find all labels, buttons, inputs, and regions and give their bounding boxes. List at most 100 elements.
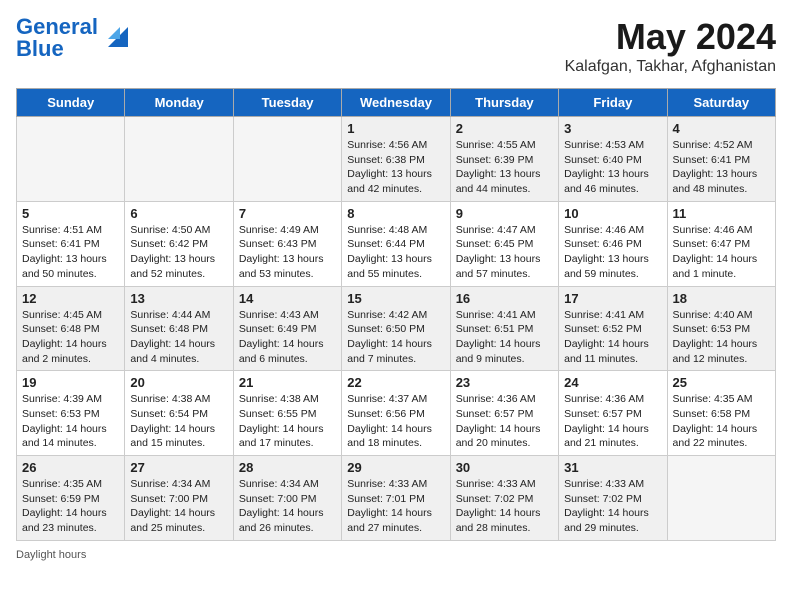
calendar-cell bbox=[667, 456, 775, 541]
calendar-cell: 24 Sunrise: 4:36 AM Sunset: 6:57 PM Dayli… bbox=[559, 371, 667, 456]
day-info: Sunrise: 4:36 AM Sunset: 6:57 PM Dayligh… bbox=[564, 392, 661, 451]
calendar-cell: 2 Sunrise: 4:55 AM Sunset: 6:39 PM Daylig… bbox=[450, 117, 558, 202]
day-info: Sunrise: 4:49 AM Sunset: 6:43 PM Dayligh… bbox=[239, 223, 336, 282]
page-header: General Blue May 2024 Kalafgan, Takhar, … bbox=[16, 16, 776, 76]
day-header-monday: Monday bbox=[125, 89, 233, 117]
day-header-wednesday: Wednesday bbox=[342, 89, 450, 117]
calendar-cell: 11 Sunrise: 4:46 AM Sunset: 6:47 PM Dayli… bbox=[667, 201, 775, 286]
calendar-cell: 26 Sunrise: 4:35 AM Sunset: 6:59 PM Dayli… bbox=[17, 456, 125, 541]
day-info: Sunrise: 4:42 AM Sunset: 6:50 PM Dayligh… bbox=[347, 308, 444, 367]
calendar-cell: 12 Sunrise: 4:45 AM Sunset: 6:48 PM Dayli… bbox=[17, 286, 125, 371]
day-number: 13 bbox=[130, 291, 227, 306]
calendar-cell: 9 Sunrise: 4:47 AM Sunset: 6:45 PM Daylig… bbox=[450, 201, 558, 286]
calendar-week-row: 12 Sunrise: 4:45 AM Sunset: 6:48 PM Dayli… bbox=[17, 286, 776, 371]
calendar-cell: 4Sunrise: 4:52 AM Sunset: 6:41 PM Daylig… bbox=[667, 117, 775, 202]
title-block: May 2024 Kalafgan, Takhar, Afghanistan bbox=[565, 16, 776, 76]
day-info: Sunrise: 4:46 AM Sunset: 6:47 PM Dayligh… bbox=[673, 223, 770, 282]
day-number: 22 bbox=[347, 375, 444, 390]
day-info: Sunrise: 4:51 AM Sunset: 6:41 PM Dayligh… bbox=[22, 223, 119, 282]
day-number: 5 bbox=[22, 206, 119, 221]
day-number: 21 bbox=[239, 375, 336, 390]
day-info: Sunrise: 4:56 AM Sunset: 6:38 PM Dayligh… bbox=[347, 138, 444, 197]
calendar-title: May 2024 bbox=[565, 16, 776, 58]
calendar-cell: 13 Sunrise: 4:44 AM Sunset: 6:48 PM Dayli… bbox=[125, 286, 233, 371]
day-number: 23 bbox=[456, 375, 553, 390]
calendar-cell bbox=[125, 117, 233, 202]
calendar-table: SundayMondayTuesdayWednesdayThursdayFrid… bbox=[16, 88, 776, 541]
day-number: 2 bbox=[456, 121, 553, 136]
calendar-cell: 27Sunrise: 4:34 AM Sunset: 7:00 PM Dayli… bbox=[125, 456, 233, 541]
day-info: Sunrise: 4:41 AM Sunset: 6:52 PM Dayligh… bbox=[564, 308, 661, 367]
day-info: Sunrise: 4:53 AM Sunset: 6:40 PM Dayligh… bbox=[564, 138, 661, 197]
day-info: Sunrise: 4:55 AM Sunset: 6:39 PM Dayligh… bbox=[456, 138, 553, 197]
calendar-cell: 10Sunrise: 4:46 AM Sunset: 6:46 PM Dayli… bbox=[559, 201, 667, 286]
calendar-cell: 29Sunrise: 4:33 AM Sunset: 7:01 PM Dayli… bbox=[342, 456, 450, 541]
day-number: 11 bbox=[673, 206, 770, 221]
calendar-cell: 1 Sunrise: 4:56 AM Sunset: 6:38 PM Daylig… bbox=[342, 117, 450, 202]
calendar-cell bbox=[233, 117, 341, 202]
calendar-cell: 16 Sunrise: 4:41 AM Sunset: 6:51 PM Dayli… bbox=[450, 286, 558, 371]
day-number: 20 bbox=[130, 375, 227, 390]
day-info: Sunrise: 4:40 AM Sunset: 6:53 PM Dayligh… bbox=[673, 308, 770, 367]
day-number: 6 bbox=[130, 206, 227, 221]
day-number: 9 bbox=[456, 206, 553, 221]
calendar-header-row: SundayMondayTuesdayWednesdayThursdayFrid… bbox=[17, 89, 776, 117]
day-number: 8 bbox=[347, 206, 444, 221]
day-number: 25 bbox=[673, 375, 770, 390]
day-number: 30 bbox=[456, 460, 553, 475]
calendar-cell: 7 Sunrise: 4:49 AM Sunset: 6:43 PM Daylig… bbox=[233, 201, 341, 286]
day-info: Sunrise: 4:38 AM Sunset: 6:55 PM Dayligh… bbox=[239, 392, 336, 451]
day-number: 26 bbox=[22, 460, 119, 475]
day-info: Sunrise: 4:47 AM Sunset: 6:45 PM Dayligh… bbox=[456, 223, 553, 282]
day-number: 15 bbox=[347, 291, 444, 306]
calendar-cell: 3 Sunrise: 4:53 AM Sunset: 6:40 PM Daylig… bbox=[559, 117, 667, 202]
calendar-cell: 8 Sunrise: 4:48 AM Sunset: 6:44 PM Daylig… bbox=[342, 201, 450, 286]
day-number: 18 bbox=[673, 291, 770, 306]
calendar-week-row: 19Sunrise: 4:39 AM Sunset: 6:53 PM Dayli… bbox=[17, 371, 776, 456]
day-number: 19 bbox=[22, 375, 119, 390]
day-info: Sunrise: 4:37 AM Sunset: 6:56 PM Dayligh… bbox=[347, 392, 444, 451]
calendar-cell: 22 Sunrise: 4:37 AM Sunset: 6:56 PM Dayli… bbox=[342, 371, 450, 456]
day-number: 12 bbox=[22, 291, 119, 306]
logo-blue: Blue bbox=[16, 36, 64, 61]
day-header-thursday: Thursday bbox=[450, 89, 558, 117]
day-info: Sunrise: 4:34 AM Sunset: 7:00 PM Dayligh… bbox=[239, 477, 336, 536]
day-number: 16 bbox=[456, 291, 553, 306]
day-number: 29 bbox=[347, 460, 444, 475]
day-number: 1 bbox=[347, 121, 444, 136]
day-number: 24 bbox=[564, 375, 661, 390]
day-number: 7 bbox=[239, 206, 336, 221]
day-info: Sunrise: 4:44 AM Sunset: 6:48 PM Dayligh… bbox=[130, 308, 227, 367]
day-info: Sunrise: 4:45 AM Sunset: 6:48 PM Dayligh… bbox=[22, 308, 119, 367]
day-header-sunday: Sunday bbox=[17, 89, 125, 117]
day-number: 14 bbox=[239, 291, 336, 306]
day-info: Sunrise: 4:41 AM Sunset: 6:51 PM Dayligh… bbox=[456, 308, 553, 367]
logo: General Blue bbox=[16, 16, 128, 60]
day-info: Sunrise: 4:33 AM Sunset: 7:02 PM Dayligh… bbox=[564, 477, 661, 536]
calendar-cell: 15 Sunrise: 4:42 AM Sunset: 6:50 PM Dayli… bbox=[342, 286, 450, 371]
day-info: Sunrise: 4:50 AM Sunset: 6:42 PM Dayligh… bbox=[130, 223, 227, 282]
day-info: Sunrise: 4:48 AM Sunset: 6:44 PM Dayligh… bbox=[347, 223, 444, 282]
logo-text: General Blue bbox=[16, 16, 98, 60]
day-info: Sunrise: 4:35 AM Sunset: 6:59 PM Dayligh… bbox=[22, 477, 119, 536]
calendar-cell: 6 Sunrise: 4:50 AM Sunset: 6:42 PM Daylig… bbox=[125, 201, 233, 286]
logo-icon bbox=[100, 19, 128, 47]
calendar-cell: 19Sunrise: 4:39 AM Sunset: 6:53 PM Dayli… bbox=[17, 371, 125, 456]
calendar-cell bbox=[17, 117, 125, 202]
day-number: 17 bbox=[564, 291, 661, 306]
day-header-tuesday: Tuesday bbox=[233, 89, 341, 117]
calendar-subtitle: Kalafgan, Takhar, Afghanistan bbox=[565, 58, 776, 76]
calendar-cell: 30Sunrise: 4:33 AM Sunset: 7:02 PM Dayli… bbox=[450, 456, 558, 541]
day-number: 4 bbox=[673, 121, 770, 136]
calendar-cell: 23 Sunrise: 4:36 AM Sunset: 6:57 PM Dayli… bbox=[450, 371, 558, 456]
calendar-week-row: 26 Sunrise: 4:35 AM Sunset: 6:59 PM Dayli… bbox=[17, 456, 776, 541]
calendar-footer: Daylight hours bbox=[16, 549, 776, 561]
calendar-cell: 5 Sunrise: 4:51 AM Sunset: 6:41 PM Daylig… bbox=[17, 201, 125, 286]
calendar-cell: 31Sunrise: 4:33 AM Sunset: 7:02 PM Dayli… bbox=[559, 456, 667, 541]
day-info: Sunrise: 4:46 AM Sunset: 6:46 PM Dayligh… bbox=[564, 223, 661, 282]
day-number: 3 bbox=[564, 121, 661, 136]
day-info: Sunrise: 4:43 AM Sunset: 6:49 PM Dayligh… bbox=[239, 308, 336, 367]
day-info: Sunrise: 4:36 AM Sunset: 6:57 PM Dayligh… bbox=[456, 392, 553, 451]
day-info: Sunrise: 4:38 AM Sunset: 6:54 PM Dayligh… bbox=[130, 392, 227, 451]
calendar-cell: 20 Sunrise: 4:38 AM Sunset: 6:54 PM Dayli… bbox=[125, 371, 233, 456]
